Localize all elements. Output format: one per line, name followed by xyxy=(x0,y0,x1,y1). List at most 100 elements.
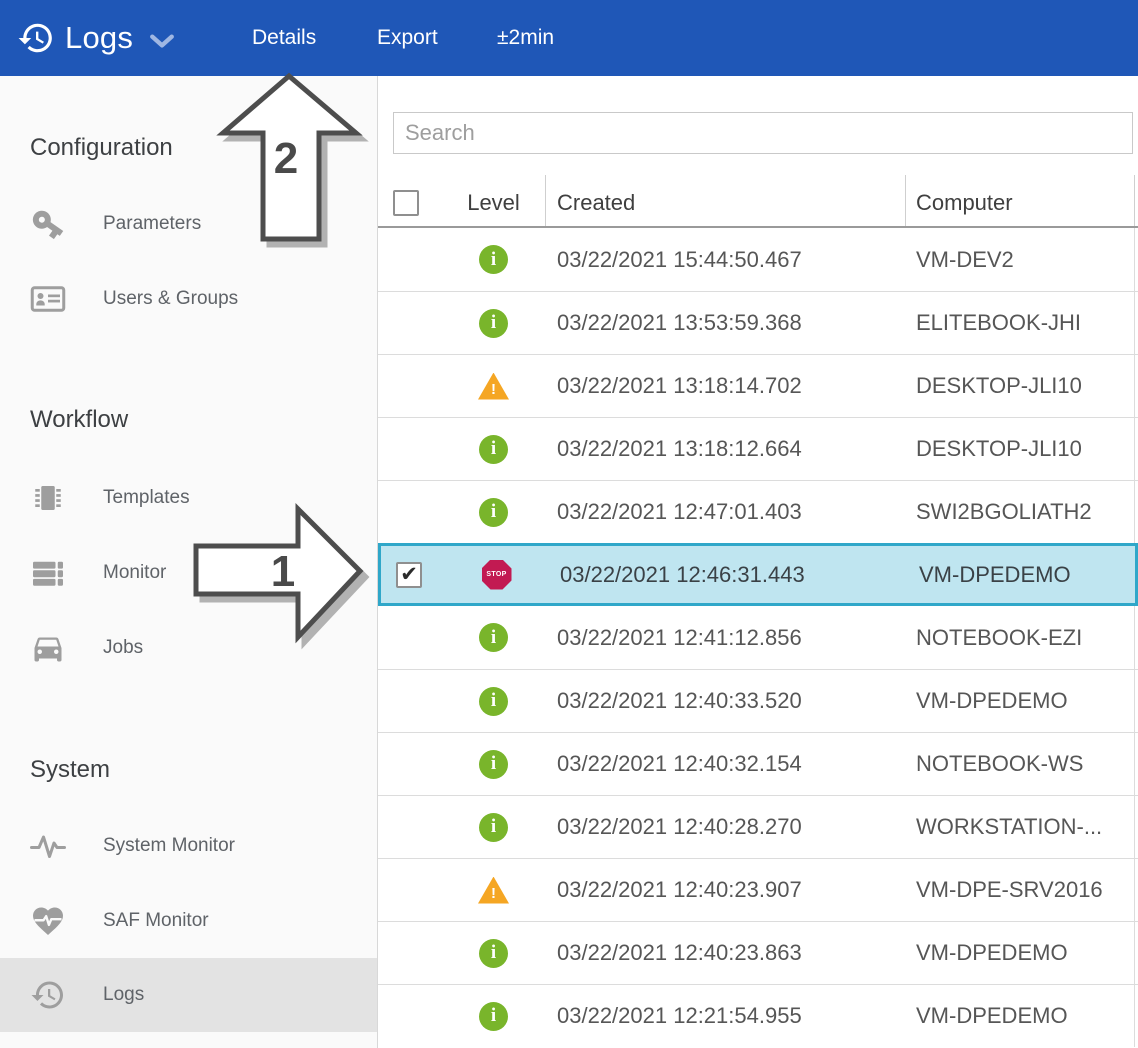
search-input[interactable] xyxy=(393,112,1133,154)
next-column-edge xyxy=(1134,796,1138,858)
info-level-icon: i xyxy=(479,1002,508,1031)
computer-cell: WORKSTATION-... xyxy=(905,814,1134,840)
created-cell: 03/22/2021 15:44:50.467 xyxy=(545,247,905,273)
sidebar-item-jobs[interactable]: Jobs xyxy=(0,610,377,685)
next-column-edge xyxy=(1134,859,1138,921)
info-level-icon: i xyxy=(479,750,508,779)
top-bar: Logs Details Export ±2min xyxy=(0,0,1138,76)
sidebar-item-logs[interactable]: Logs xyxy=(0,958,377,1032)
level-cell: i xyxy=(442,687,545,716)
column-header-level[interactable]: Level xyxy=(442,155,545,226)
checkbox-cell xyxy=(378,751,442,777)
sidebar-item-templates[interactable]: Templates xyxy=(0,460,377,535)
created-cell: 03/22/2021 12:40:23.907 xyxy=(545,877,905,903)
checkbox-cell xyxy=(378,436,442,462)
info-level-icon: i xyxy=(479,813,508,842)
created-cell: 03/22/2021 12:40:23.863 xyxy=(545,940,905,966)
log-row[interactable]: i 03/22/2021 12:47:01.403 SWI2BGOLIATH2 xyxy=(378,480,1138,543)
log-row[interactable]: i 03/22/2021 12:40:32.154 NOTEBOOK-WS xyxy=(378,732,1138,795)
checkbox-cell xyxy=(378,940,442,966)
chevron-down-icon xyxy=(149,33,175,49)
log-row[interactable]: ✔ STOP 03/22/2021 12:46:31.443 VM-DPEDEM… xyxy=(378,543,1138,606)
chip-icon xyxy=(26,476,70,520)
log-row[interactable]: i 03/22/2021 12:40:28.270 WORKSTATION-..… xyxy=(378,795,1138,858)
level-cell: i xyxy=(442,245,545,274)
checkbox-cell xyxy=(378,310,442,336)
stop-level-icon: STOP xyxy=(482,560,512,590)
level-cell: STOP xyxy=(445,560,548,590)
created-cell: 03/22/2021 12:40:28.270 xyxy=(545,814,905,840)
log-row[interactable]: i 03/22/2021 12:40:23.863 VM-DPEDEMO xyxy=(378,921,1138,984)
table-header-row: Level Created Computer xyxy=(378,155,1138,228)
menu-details[interactable]: Details xyxy=(252,0,316,76)
column-header-created[interactable]: Created xyxy=(545,155,905,226)
checkbox-cell xyxy=(378,625,442,651)
sidebar-item-parameters[interactable]: Parameters xyxy=(0,186,377,261)
created-cell: 03/22/2021 12:47:01.403 xyxy=(545,499,905,525)
info-level-icon: i xyxy=(479,623,508,652)
info-level-icon: i xyxy=(479,939,508,968)
created-cell: 03/22/2021 13:53:59.368 xyxy=(545,310,905,336)
log-table-pane: Level Created Computer i 03/22/2021 15:4… xyxy=(378,76,1138,1048)
history-icon xyxy=(26,973,70,1017)
log-row[interactable]: ! 03/22/2021 13:18:14.702 DESKTOP-JLI10 xyxy=(378,354,1138,417)
sidebar-item-system-monitor[interactable]: System Monitor xyxy=(0,808,377,883)
level-cell: i xyxy=(442,813,545,842)
next-column-edge xyxy=(1134,292,1138,354)
computer-cell: ELITEBOOK-JHI xyxy=(905,310,1134,336)
warning-level-icon: ! xyxy=(478,877,509,904)
menu-time-range[interactable]: ±2min xyxy=(497,0,554,76)
sidebar-item-label: Parameters xyxy=(103,213,201,235)
sidebar-item-label: Monitor xyxy=(103,562,166,584)
info-level-icon: i xyxy=(479,309,508,338)
sidebar-item-label: Jobs xyxy=(103,637,143,659)
computer-cell: VM-DPE-SRV2016 xyxy=(905,877,1134,903)
created-cell: 03/22/2021 12:46:31.443 xyxy=(548,562,908,588)
sidebar-item-saf-monitor[interactable]: SAF Monitor xyxy=(0,883,377,958)
row-checkbox[interactable]: ✔ xyxy=(396,562,422,588)
checkbox-cell xyxy=(378,1003,442,1029)
sidebar-item-users-groups[interactable]: Users & Groups xyxy=(0,261,377,336)
level-cell: i xyxy=(442,623,545,652)
key-icon xyxy=(26,202,70,246)
history-logo-icon xyxy=(17,19,55,57)
car-icon xyxy=(26,626,70,670)
select-all-checkbox[interactable] xyxy=(393,190,419,216)
menu-export[interactable]: Export xyxy=(377,0,438,76)
computer-cell: VM-DPEDEMO xyxy=(905,1003,1134,1029)
log-row[interactable]: i 03/22/2021 12:21:54.955 VM-DPEDEMO xyxy=(378,984,1138,1047)
created-cell: 03/22/2021 12:21:54.955 xyxy=(545,1003,905,1029)
level-cell: i xyxy=(442,498,545,527)
heart-pulse-icon xyxy=(26,899,70,943)
log-row[interactable]: i 03/22/2021 12:41:12.856 NOTEBOOK-EZI xyxy=(378,606,1138,669)
sidebar-item-label: Templates xyxy=(103,487,190,509)
column-header-computer[interactable]: Computer xyxy=(905,155,1134,226)
checkbox-cell xyxy=(378,877,442,903)
created-cell: 03/22/2021 13:18:12.664 xyxy=(545,436,905,462)
computer-cell: DESKTOP-JLI10 xyxy=(905,373,1134,399)
level-cell: i xyxy=(442,750,545,779)
level-cell: i xyxy=(442,939,545,968)
info-level-icon: i xyxy=(479,498,508,527)
app-window: Logs Details Export ±2min Configuration … xyxy=(0,0,1138,1048)
next-column-edge xyxy=(1134,606,1138,669)
computer-cell: VM-DEV2 xyxy=(905,247,1134,273)
computer-cell: DESKTOP-JLI10 xyxy=(905,436,1134,462)
computer-cell: SWI2BGOLIATH2 xyxy=(905,499,1134,525)
sidebar-item-monitor[interactable]: Monitor xyxy=(0,535,377,610)
computer-cell: VM-DPEDEMO xyxy=(908,562,1137,588)
warning-level-icon: ! xyxy=(478,373,509,400)
log-row[interactable]: i 03/22/2021 15:44:50.467 VM-DEV2 xyxy=(378,228,1138,291)
sidebar: Configuration Parameters Users & Groups xyxy=(0,76,377,1048)
pulse-icon xyxy=(26,824,70,868)
level-cell: i xyxy=(442,435,545,464)
log-row[interactable]: i 03/22/2021 13:53:59.368 ELITEBOOK-JHI xyxy=(378,291,1138,354)
checkbox-cell xyxy=(378,814,442,840)
log-row[interactable]: ! 03/22/2021 12:40:23.907 VM-DPE-SRV2016 xyxy=(378,858,1138,921)
logs-dropdown[interactable]: Logs xyxy=(17,0,175,76)
log-row[interactable]: i 03/22/2021 12:40:33.520 VM-DPEDEMO xyxy=(378,669,1138,732)
log-row[interactable]: i 03/22/2021 13:18:12.664 DESKTOP-JLI10 xyxy=(378,417,1138,480)
level-cell: i xyxy=(442,309,545,338)
page-title: Logs xyxy=(65,20,133,56)
info-level-icon: i xyxy=(479,245,508,274)
